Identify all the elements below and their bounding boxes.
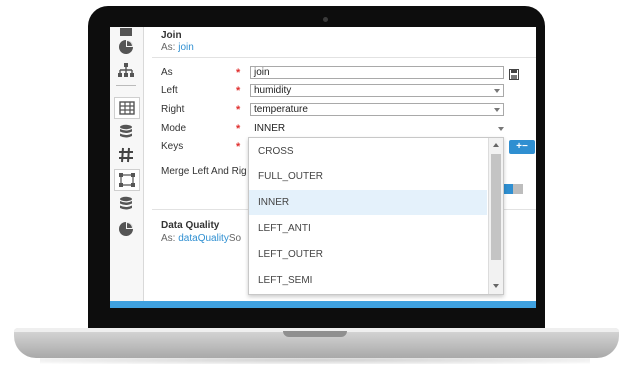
hash-icon[interactable] [114, 145, 138, 165]
required-mark: * [236, 141, 241, 153]
as-input[interactable]: join [250, 66, 504, 79]
table-icon[interactable] [114, 97, 140, 119]
required-mark: * [236, 67, 241, 79]
left-select-value: humidity [254, 85, 292, 96]
required-mark: * [236, 123, 241, 135]
left-label: Left [161, 85, 178, 96]
graph-nodes-icon[interactable] [114, 169, 140, 191]
quality-trailing-text: So [228, 233, 242, 244]
chevron-down-icon [494, 89, 500, 93]
bottom-status-bar [110, 301, 536, 308]
tool-sidebar [110, 27, 144, 301]
as-label: As [161, 67, 173, 78]
database-icon[interactable] [114, 194, 138, 214]
mode-select[interactable]: INNER [250, 122, 508, 135]
join-card-title: Join [161, 30, 182, 41]
quality-alias-link[interactable]: dataQuality [178, 233, 229, 244]
left-select[interactable]: humidity [250, 84, 504, 97]
merge-label: Merge Left And Rig [161, 166, 247, 177]
chevron-down-icon [498, 127, 504, 131]
dropdown-option-left-semi[interactable]: LEFT_SEMI [249, 268, 487, 293]
chevron-down-icon [494, 108, 500, 112]
scrollbar-thumb[interactable] [491, 154, 501, 260]
dropdown-scrollbar[interactable] [488, 138, 503, 294]
right-select[interactable]: temperature [250, 103, 504, 116]
laptop-screen: Join As: join As * join Left * humidity … [110, 27, 536, 308]
required-mark: * [236, 104, 241, 116]
dropdown-option-full-outer[interactable]: FULL_OUTER [249, 164, 487, 189]
as-prefix: As: [161, 42, 176, 53]
required-mark: * [236, 85, 241, 97]
pie-chart-icon[interactable] [114, 219, 138, 239]
dropdown-option-inner[interactable]: INNER [249, 190, 487, 215]
join-alias-link[interactable]: join [178, 42, 194, 53]
sidebar-separator [116, 85, 136, 86]
database-icon[interactable] [114, 122, 138, 142]
as-prefix: As: [161, 233, 176, 244]
mode-select-value: INNER [254, 123, 286, 134]
mode-dropdown-list: CROSS FULL_OUTER INNER LEFT_ANTI LEFT_OU… [248, 137, 504, 295]
quality-card-title: Data Quality [161, 220, 220, 231]
webcam [323, 17, 328, 22]
right-label: Right [161, 104, 185, 115]
scroll-up-icon[interactable] [493, 143, 499, 147]
hierarchy-icon[interactable] [114, 60, 138, 80]
scroll-down-icon[interactable] [493, 284, 499, 288]
laptop-notch [283, 331, 347, 337]
add-key-button[interactable]: +− [509, 140, 535, 154]
quality-card-subtitle: As: dataQualitySo [161, 233, 241, 244]
join-card-subtitle: As: join [161, 42, 194, 53]
pie-chart-icon[interactable] [114, 37, 138, 57]
card-divider [152, 57, 536, 58]
keys-label: Keys [161, 141, 184, 152]
toggle-knob[interactable] [513, 184, 523, 194]
dropdown-option-left-anti[interactable]: LEFT_ANTI [249, 216, 487, 241]
dropdown-option-cross[interactable]: CROSS [249, 139, 487, 164]
right-select-value: temperature [254, 104, 308, 115]
save-icon[interactable] [509, 67, 519, 80]
dropdown-option-left-outer[interactable]: LEFT_OUTER [249, 242, 487, 267]
mode-label: Mode [161, 123, 187, 134]
